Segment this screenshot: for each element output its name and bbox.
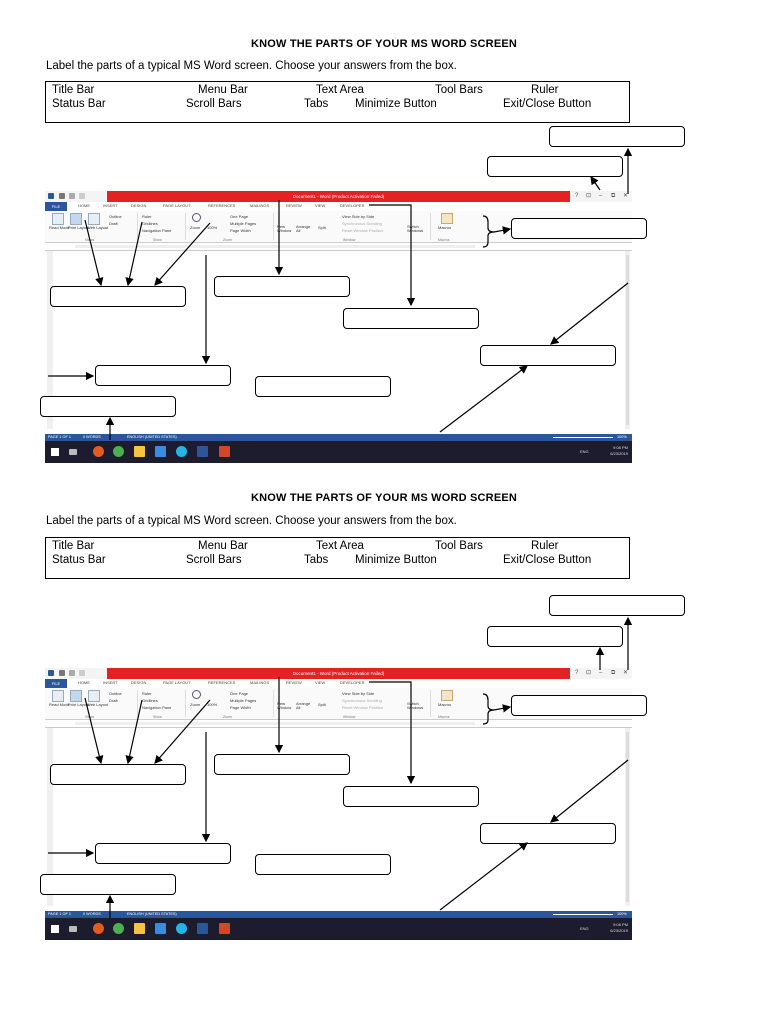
arrow	[125, 699, 143, 765]
arrow	[369, 204, 416, 307]
arrow	[369, 681, 416, 785]
arrow	[439, 365, 528, 433]
arrow	[154, 699, 211, 764]
arrow	[154, 222, 211, 286]
arrow	[84, 219, 104, 287]
arrow	[482, 693, 510, 725]
arrows-worksheet-2	[48, 616, 633, 918]
pointer-arrows	[48, 147, 633, 918]
arrow	[439, 842, 528, 911]
arrow	[590, 176, 601, 191]
arrow	[125, 221, 143, 287]
arrows-worksheet-1	[48, 147, 633, 440]
arrow	[550, 759, 629, 823]
arrow	[482, 215, 510, 248]
arrow	[550, 282, 629, 345]
arrow	[84, 697, 104, 765]
